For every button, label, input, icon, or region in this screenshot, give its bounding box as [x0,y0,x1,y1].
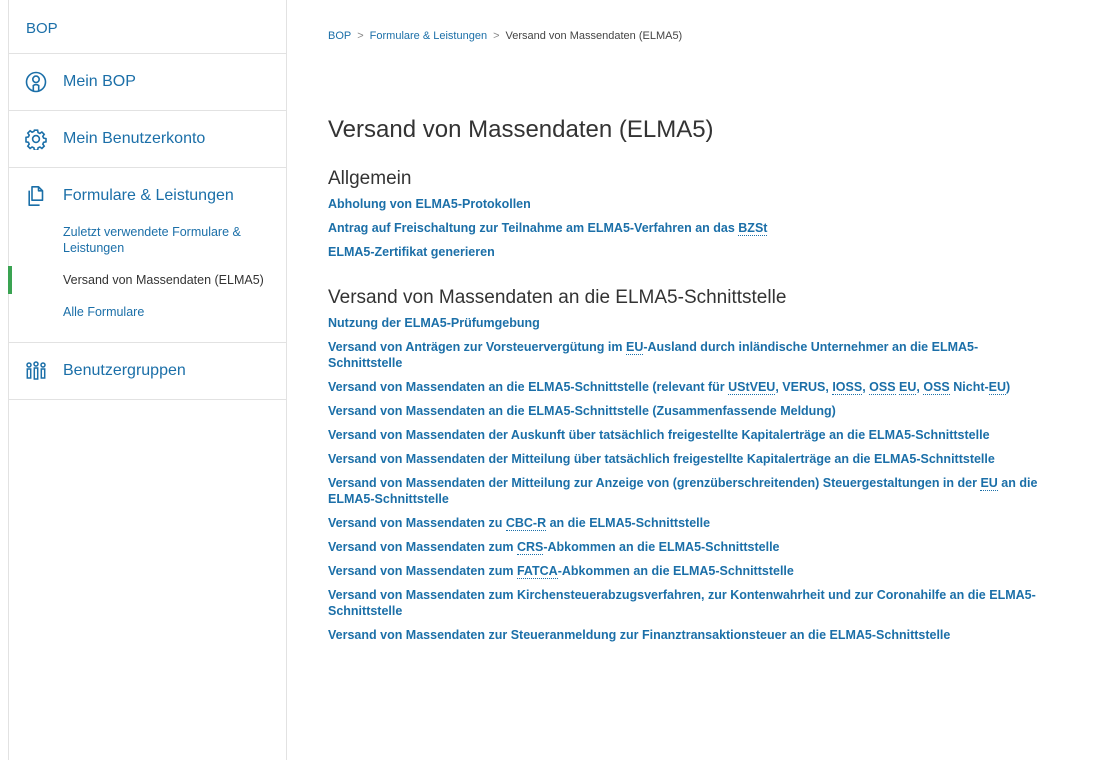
sidebar: BOP Mein BOP Mein Benutzerkonto Formular… [8,0,287,760]
link-text: Versand von Massendaten zur Steueranmeld… [328,628,951,642]
form-link[interactable]: Versand von Massendaten zum CRS-Abkommen… [328,539,1048,555]
person-circle-icon [25,71,47,93]
breadcrumb-link-formulare[interactable]: Formulare & Leistungen [370,30,487,42]
form-link[interactable]: Versand von Massendaten der Auskunft übe… [328,427,1048,443]
sidebar-item-label: Mein BOP [63,73,136,90]
gear-icon [25,128,47,150]
form-link[interactable]: Abholung von ELMA5-Protokollen [328,196,1048,212]
form-link[interactable]: Nutzung der ELMA5-Prüfumgebung [328,315,1048,331]
sidebar-item-benutzergruppen[interactable]: Benutzergruppen [9,343,286,399]
form-link[interactable]: Versand von Massendaten der Mitteilung z… [328,475,1048,507]
form-link[interactable]: Versand von Massendaten der Mitteilung ü… [328,451,1048,467]
sidebar-title[interactable]: BOP [9,0,286,54]
page-title: Versand von Massendaten (ELMA5) [328,116,714,143]
link-list-schnittstelle: Nutzung der ELMA5-Prüfumgebung Versand vo… [328,315,1088,643]
sidebar-section-mein-bop: Mein BOP [9,54,286,111]
link-text: Versand von Massendaten der Mitteilung z… [328,476,981,490]
link-text: Versand von Anträgen zur Vorsteuervergüt… [328,340,626,354]
link-text: Versand von Massendaten der Auskunft übe… [328,428,990,442]
link-text: Versand von Massendaten an die ELMA5-Sch… [328,380,729,394]
sidebar-subitem-alle-formulare[interactable]: Alle Formulare [9,304,286,320]
link-text: Versand von Massendaten zu [328,516,506,530]
abbreviation: CBC-R [505,516,547,531]
breadcrumb-link-bop[interactable]: BOP [328,30,351,42]
link-text: Versand von Massendaten der Mitteilung ü… [328,452,995,466]
link-list-allgemein: Abholung von ELMA5-Protokollen Antrag auf… [328,196,1088,260]
form-link[interactable]: Versand von Massendaten zu CBC-R an die … [328,515,1048,531]
breadcrumb-separator: > [357,30,364,42]
form-link[interactable]: ELMA5-Zertifikat generieren [328,244,1048,260]
sidebar-item-mein-benutzerkonto[interactable]: Mein Benutzerkonto [9,111,286,167]
link-text: -Abkommen an die ELMA5-Schnittstelle [543,540,780,554]
sidebar-item-formulare-leistungen[interactable]: Formulare & Leistungen [9,168,286,224]
link-text: Abholung von ELMA5-Protokollen [328,197,531,211]
abbreviation: OSS [923,380,950,395]
sidebar-section-benutzergruppen: Benutzergruppen [9,343,286,400]
sidebar-item-label: Benutzergruppen [63,362,186,379]
abbreviation: OSS [869,380,896,395]
link-text: Versand von Massendaten zum [328,540,517,554]
sidebar-submenu: Zuletzt verwendete Formulare & Leistunge… [8,224,286,342]
sidebar-item-label: Mein Benutzerkonto [63,130,206,147]
link-text: Versand von Massendaten zum Kirchensteue… [328,588,1036,618]
form-link[interactable]: Versand von Massendaten zur Steueranmeld… [328,627,1048,643]
abbreviation: UStVEU [728,380,776,395]
abbreviation: EU [625,340,644,355]
link-text: Nicht- [949,380,989,394]
abbreviation: EU [988,380,1007,395]
sidebar-item-label: Formulare & Leistungen [63,187,234,204]
abbreviation: EU [980,476,998,491]
link-text: ) [1006,380,1011,394]
documents-icon [25,185,47,207]
link-text: Antrag auf Freischaltung zur Teilnahme a… [328,221,739,235]
link-text: , VERUS, [775,380,833,394]
user-group-icon [25,360,47,382]
section-heading-allgemein: Allgemein [328,168,412,189]
breadcrumb-separator: > [493,30,500,42]
form-link[interactable]: Antrag auf Freischaltung zur Teilnahme a… [328,220,1048,236]
abbreviation: BZSt [738,221,768,236]
sidebar-section-formulare: Formulare & Leistungen Zuletzt verwendet… [8,168,286,343]
form-link[interactable]: Versand von Massendaten an die ELMA5-Sch… [328,379,1048,395]
abbreviation: IOSS [832,380,863,395]
link-text: ELMA5-Zertifikat generieren [328,245,495,259]
breadcrumb-current: Versand von Massendaten (ELMA5) [505,30,683,42]
abbreviation: EU [899,380,917,395]
section-heading-schnittstelle: Versand von Massendaten an die ELMA5-Sch… [328,287,787,308]
abbreviation: CRS [516,540,544,555]
main-content: BOP > Formulare & Leistungen > Versand v… [328,0,1088,651]
form-link[interactable]: Versand von Massendaten zum FATCA-Abkomm… [328,563,1048,579]
form-link[interactable]: Versand von Anträgen zur Vorsteuervergüt… [328,339,1048,371]
sidebar-item-mein-bop[interactable]: Mein BOP [9,54,286,110]
sidebar-subitem-zuletzt-verwendet[interactable]: Zuletzt verwendete Formulare & Leistunge… [9,224,286,256]
form-link[interactable]: Versand von Massendaten an die ELMA5-Sch… [328,403,1048,419]
link-text: an die ELMA5-Schnittstelle [546,516,711,530]
link-text: Versand von Massendaten zum [328,564,517,578]
link-text: Versand von Massendaten an die ELMA5-Sch… [328,404,836,418]
sidebar-subitem-versand-massendaten[interactable]: Versand von Massendaten (ELMA5) [8,266,286,294]
breadcrumb: BOP > Formulare & Leistungen > Versand v… [328,30,1088,42]
abbreviation: FATCA [516,564,558,579]
sidebar-section-benutzerkonto: Mein Benutzerkonto [9,111,286,168]
link-text: Nutzung der ELMA5-Prüfumgebung [328,316,540,330]
form-link[interactable]: Versand von Massendaten zum Kirchensteue… [328,587,1048,619]
link-text: -Abkommen an die ELMA5-Schnittstelle [557,564,794,578]
